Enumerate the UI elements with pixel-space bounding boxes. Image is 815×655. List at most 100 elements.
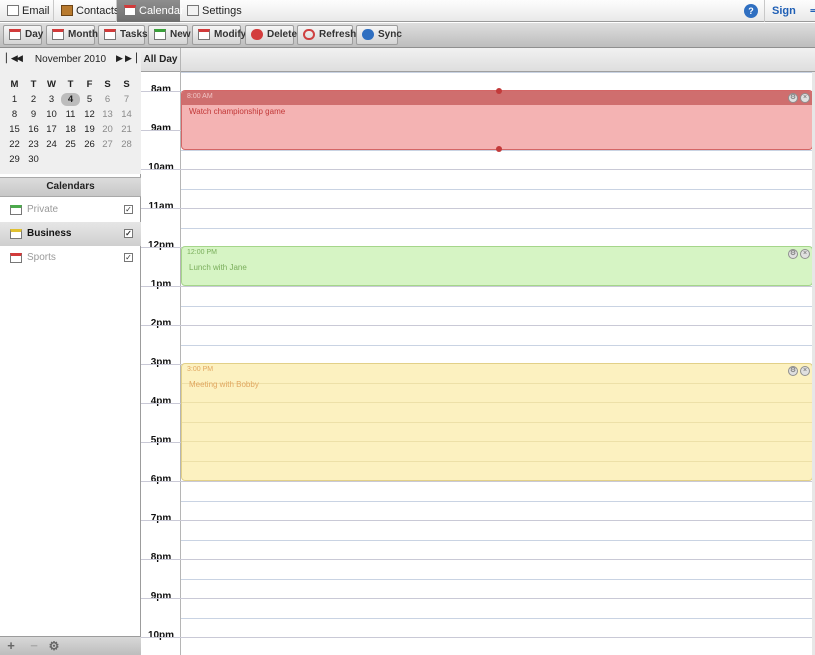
all-day-bar[interactable]: All Day xyxy=(141,48,815,72)
calendar-item-label: Business xyxy=(27,228,72,239)
day-cell[interactable]: 5 xyxy=(80,93,99,106)
event-settings-icon[interactable]: ⚙ xyxy=(788,249,798,259)
month-view-label: Month xyxy=(68,29,98,40)
hour-line xyxy=(141,559,813,560)
event-close-icon[interactable]: × xyxy=(800,93,810,103)
delete-icon xyxy=(251,29,263,40)
day-cell[interactable]: 2 xyxy=(24,93,43,106)
event-watch-championship-game[interactable]: 8:00 AM Watch championship game ⚙ × xyxy=(181,88,813,152)
day-cell[interactable]: 18 xyxy=(61,123,80,136)
hour-label: 12pm xyxy=(147,240,175,251)
tab-email-label: Email xyxy=(22,5,50,17)
hour-label: 1pm xyxy=(150,279,172,290)
half-hour-line xyxy=(181,228,813,229)
day-cell[interactable]: 30 xyxy=(24,153,43,166)
tab-settings[interactable]: Settings xyxy=(180,0,250,22)
day-cell[interactable]: 27 xyxy=(98,138,117,151)
envelope-icon xyxy=(7,5,19,16)
day-cell[interactable]: 6 xyxy=(98,93,117,106)
day-cell[interactable]: 8 xyxy=(5,108,24,121)
day-cell[interactable]: 16 xyxy=(24,123,43,136)
day-cell[interactable]: 17 xyxy=(42,123,61,136)
business-calendar-icon xyxy=(10,229,22,239)
hour-label: 5pm xyxy=(150,435,172,446)
business-visible-checkbox[interactable]: ✓ xyxy=(124,229,133,238)
hour-line xyxy=(182,441,812,442)
day-cell[interactable]: 15 xyxy=(5,123,24,136)
day-cell[interactable]: 3 xyxy=(42,93,61,106)
day-cell[interactable]: 14 xyxy=(117,108,136,121)
sync-icon xyxy=(362,29,374,40)
weekday-label: T xyxy=(67,79,74,90)
half-hour-line xyxy=(182,383,812,384)
modify-event-button[interactable]: Modify xyxy=(192,25,246,45)
day-view-label: Day xyxy=(25,29,44,40)
resize-handle-bottom[interactable] xyxy=(496,146,502,152)
sync-button[interactable]: Sync xyxy=(356,25,402,45)
gear-icon[interactable]: ⚙ xyxy=(46,639,62,653)
day-cell[interactable]: 22 xyxy=(5,138,24,151)
private-visible-checkbox[interactable]: ✓ xyxy=(124,205,133,214)
calendar-item-business[interactable]: Business ✓ xyxy=(0,222,141,246)
day-grid[interactable]: 7am8am9am10am11am12pm1pm2pm3pm4pm5pm6pm7… xyxy=(141,72,815,655)
month-view-button[interactable]: Month xyxy=(46,25,98,45)
resize-handle-top[interactable] xyxy=(496,88,502,94)
day-cell[interactable]: 11 xyxy=(61,108,80,121)
hour-label: 9am xyxy=(150,123,171,134)
new-event-button[interactable]: New xyxy=(148,25,191,45)
event-settings-icon[interactable]: ⚙ xyxy=(788,93,798,103)
day-cell[interactable]: 7 xyxy=(117,93,136,106)
calendar-icon xyxy=(124,5,136,16)
hour-label: 2pm xyxy=(150,318,172,329)
calendar-month-icon xyxy=(52,29,64,40)
calendar-item-private[interactable]: Private ✓ xyxy=(0,198,141,222)
day-cell[interactable]: 20 xyxy=(98,123,117,136)
day-view-button[interactable]: Day xyxy=(3,25,44,45)
add-calendar-icon[interactable]: + xyxy=(3,639,19,653)
day-cell[interactable]: 28 xyxy=(117,138,136,151)
next-month-icon[interactable]: ▶ xyxy=(116,53,123,64)
event-meeting-with-bobby[interactable]: 3:00 PM Meeting with Bobby ⚙ × xyxy=(181,363,813,481)
weekday-label: M xyxy=(10,79,19,90)
next-year-icon[interactable]: ▶▕ xyxy=(125,53,137,64)
help-icon[interactable]: ? xyxy=(744,4,758,18)
hour-line xyxy=(141,598,813,599)
calendar-item-sports[interactable]: Sports ✓ xyxy=(0,246,141,270)
remove-calendar-icon[interactable]: − xyxy=(26,639,42,653)
half-hour-line xyxy=(181,189,813,190)
day-cell[interactable]: 1 xyxy=(5,93,24,106)
day-cell[interactable]: 13 xyxy=(98,108,117,121)
refresh-button[interactable]: Refresh xyxy=(297,25,356,45)
sports-visible-checkbox[interactable]: ✓ xyxy=(124,253,133,262)
hour-line xyxy=(141,169,813,170)
sign-out-arrow-icon[interactable]: ⇒ xyxy=(810,0,815,22)
new-event-icon xyxy=(154,29,166,40)
hour-line xyxy=(141,325,813,326)
day-cell[interactable]: 4 xyxy=(61,93,80,106)
weekday-label: W xyxy=(47,79,56,90)
day-cell[interactable]: 9 xyxy=(24,108,43,121)
tasks-button[interactable]: Tasks xyxy=(98,25,148,45)
day-cell[interactable]: 19 xyxy=(80,123,99,136)
tab-contacts[interactable]: Contacts xyxy=(54,0,119,22)
delete-event-button[interactable]: Delete xyxy=(245,25,297,45)
day-cell[interactable]: 12 xyxy=(80,108,99,121)
day-cell[interactable]: 26 xyxy=(80,138,99,151)
event-close-icon[interactable]: × xyxy=(800,366,810,376)
day-cell[interactable]: 29 xyxy=(5,153,24,166)
event-lunch-with-jane[interactable]: 12:00 PM Lunch with Jane ⚙ × xyxy=(181,246,813,286)
hour-label: 11am xyxy=(148,201,174,212)
event-close-icon[interactable]: × xyxy=(800,249,810,259)
hour-line xyxy=(141,208,813,209)
tab-email[interactable]: Email xyxy=(0,0,54,22)
half-hour-line xyxy=(181,540,813,541)
day-cell[interactable]: 25 xyxy=(61,138,80,151)
sidebar-footer: + − ⚙ xyxy=(0,636,141,655)
event-settings-icon[interactable]: ⚙ xyxy=(788,366,798,376)
day-cell[interactable]: 21 xyxy=(117,123,136,136)
tab-calendar[interactable]: Calendar xyxy=(117,0,184,22)
day-cell[interactable]: 23 xyxy=(24,138,43,151)
hour-label: 10am xyxy=(148,162,174,173)
day-cell[interactable]: 24 xyxy=(42,138,61,151)
day-cell[interactable]: 10 xyxy=(42,108,61,121)
